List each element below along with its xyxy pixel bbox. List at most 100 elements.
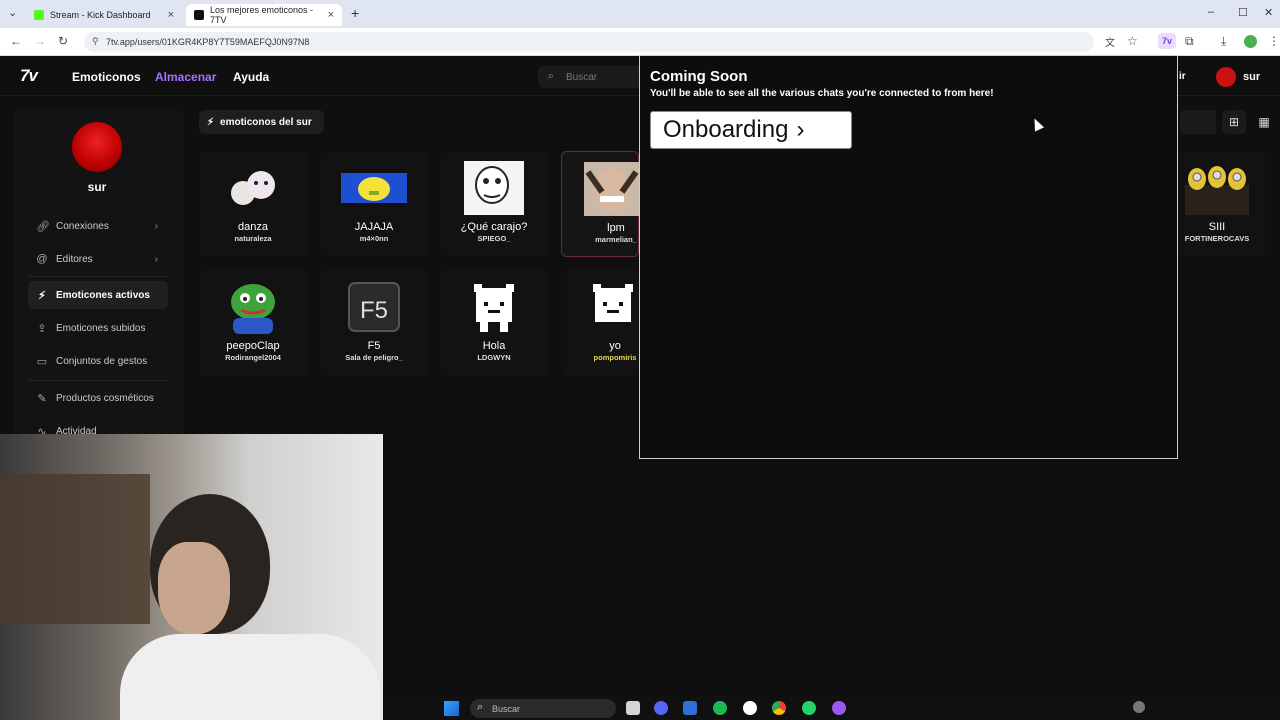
emote-name: peepoClap — [226, 340, 280, 352]
7tv-logo[interactable]: 7v — [20, 66, 38, 86]
tab-label: Stream - Kick Dashboard — [50, 10, 151, 20]
popup-subtitle: You'll be able to see all the various ch… — [650, 88, 994, 99]
onboarding-label: Onboarding — [663, 116, 789, 143]
upload-icon: ⇪ — [37, 322, 47, 335]
search-icon: ⌕ — [477, 701, 484, 713]
emote-set-label: emoticonos del sur — [220, 116, 312, 128]
spotify-icon[interactable] — [713, 701, 727, 715]
windows-start-icon[interactable] — [444, 701, 459, 716]
emote-author: Rodirangel2004 — [225, 353, 281, 362]
user-avatar[interactable] — [1216, 67, 1236, 87]
emote-card[interactable]: danza naturaleza — [199, 151, 307, 257]
emote-card[interactable]: SIII FORTINEROCAVS — [1163, 151, 1271, 257]
emote-name: Hola — [482, 340, 506, 352]
nav-almacenar[interactable]: Almacenar — [155, 70, 216, 84]
forward-icon[interactable]: → — [34, 34, 46, 48]
bookmark-star-icon[interactable]: ☆ — [1127, 34, 1138, 48]
search-input[interactable]: ⌕ Buscar — [538, 66, 648, 88]
close-window-button[interactable]: ✕ — [1264, 6, 1273, 19]
grid-view-icon[interactable]: ⊞ — [1222, 110, 1246, 134]
sidebar-item-editores[interactable]: @ Editores › — [28, 245, 168, 273]
address-bar[interactable]: ⚲ 7tv.app/users/01KGR4KP8Y7T59MAEFQJ0N97… — [84, 32, 1094, 52]
header-button-partial[interactable]: ir — [1179, 71, 1186, 82]
minimize-button[interactable]: – — [1208, 6, 1214, 18]
profile-avatar[interactable] — [1244, 35, 1257, 48]
translate-icon[interactable]: 文 — [1105, 34, 1115, 49]
chrome-icon[interactable] — [772, 701, 786, 715]
site-info-icon[interactable]: ⚲ — [92, 36, 99, 47]
menu-icon[interactable]: ⋮ — [1268, 34, 1280, 48]
sidebar-item-emoticones-subidos[interactable]: ⇪ Emoticones subidos — [28, 314, 168, 342]
maximize-button[interactable]: ☐ — [1238, 6, 1248, 19]
onboarding-button[interactable]: Onboarding › — [650, 111, 852, 149]
chevron-right-icon: › — [154, 253, 158, 265]
new-tab-button[interactable]: + — [351, 5, 359, 21]
filter-input-partial[interactable] — [1180, 110, 1216, 134]
whatsapp-icon[interactable] — [802, 701, 816, 715]
tray-icon[interactable] — [1133, 701, 1145, 713]
emote-set-selector[interactable]: ⚡︎ emoticonos del sur — [199, 110, 324, 134]
emote-image — [1185, 161, 1249, 215]
sidebar-item-productos-cosmeticos[interactable]: ✎ Productos cosméticos — [28, 384, 168, 412]
emote-author: naturaleza — [234, 234, 272, 243]
close-tab-icon[interactable]: × — [328, 9, 334, 21]
sidebar-item-emoticones-activos[interactable]: ⚡︎ Emoticones activos — [28, 281, 168, 309]
grid-dense-view-icon[interactable]: ▦ — [1252, 110, 1276, 134]
url-text: 7tv.app/users/01KGR4KP8Y7T59MAEFQJ0N97N8 — [106, 37, 310, 47]
emote-card[interactable]: ¿Qué carajo? SPIEGO_ — [440, 151, 548, 257]
sidebar-item-label: Emoticones activos — [56, 289, 150, 301]
sidebar-item-conexiones[interactable]: 🔗︎ Conexiones › — [28, 212, 168, 240]
browser-tab-kick[interactable]: Stream - Kick Dashboard × — [26, 4, 182, 26]
person-face — [158, 542, 230, 634]
header-username[interactable]: sur — [1243, 71, 1260, 83]
7tv-extension-icon[interactable]: 7v — [1158, 33, 1176, 49]
taskbar-search-placeholder: Buscar — [492, 703, 521, 714]
close-tab-icon[interactable]: × — [168, 9, 174, 21]
nav-emoticonos[interactable]: Emoticonos — [72, 70, 141, 84]
emote-name: ¿Qué carajo? — [460, 221, 528, 233]
emote-card[interactable]: peepoClap Rodirangel2004 — [199, 270, 307, 376]
emote-author: Sala de peligro_ — [345, 353, 403, 362]
task-view-icon[interactable] — [626, 701, 640, 715]
person-shirt — [120, 634, 380, 720]
reload-icon[interactable]: ↻ — [58, 34, 68, 48]
nav-ayuda[interactable]: Ayuda — [233, 70, 269, 84]
emote-card[interactable]: Hola LDGWYN — [440, 270, 548, 376]
emote-card[interactable]: F5 F5 Sala de peligro_ — [320, 270, 428, 376]
emote-author: FORTINEROCAVS — [1184, 234, 1250, 243]
profile-avatar-large — [72, 122, 122, 172]
app-icon[interactable] — [832, 701, 846, 715]
emote-card[interactable]: JAJAJA m4×0nn — [320, 151, 428, 257]
kick-favicon-icon — [34, 10, 44, 20]
sidebar-item-label: Emoticones subidos — [56, 322, 146, 334]
svg-text:F5: F5 — [360, 297, 388, 324]
obs-icon[interactable] — [743, 701, 757, 715]
back-icon[interactable]: ← — [10, 34, 22, 48]
link-icon: 🔗︎ — [36, 220, 50, 233]
tab-label: Los mejores emoticonos - 7TV — [210, 5, 314, 25]
chevron-right-icon: › — [796, 116, 805, 143]
search-icon: ⌕ — [548, 70, 555, 82]
emote-image — [341, 161, 407, 215]
tab-list-chevron-icon[interactable]: ⌄ — [8, 6, 17, 19]
sidebar-item-conjuntos-de-gestos[interactable]: ▭ Conjuntos de gestos — [28, 347, 168, 375]
emote-name: F5 — [367, 340, 381, 352]
sidebar-item-label: Conexiones — [56, 220, 109, 232]
extensions-icon[interactable]: ⧉ — [1185, 34, 1194, 49]
emote-card[interactable]: lpm marmelian_ — [561, 151, 640, 257]
sidebar-item-label: Productos cosméticos — [56, 392, 154, 404]
chevron-right-icon: › — [154, 220, 158, 232]
emote-image: F5 — [346, 280, 402, 334]
download-icon[interactable]: ⤓ — [1221, 34, 1226, 49]
popup-title: Coming Soon — [650, 68, 748, 85]
file-explorer-icon[interactable] — [683, 701, 697, 715]
discord-icon[interactable] — [654, 701, 668, 715]
emote-card[interactable]: yo pompomiris — [561, 270, 639, 376]
emote-image — [464, 161, 524, 215]
emote-name: danza — [238, 221, 268, 233]
at-icon: @ — [36, 253, 48, 265]
taskbar-search[interactable]: ⌕ Buscar — [470, 699, 616, 718]
browser-tab-7tv[interactable]: Los mejores emoticonos - 7TV × — [186, 4, 342, 26]
bolt-icon: ⚡︎ — [207, 116, 215, 128]
search-placeholder: Buscar — [566, 71, 598, 83]
